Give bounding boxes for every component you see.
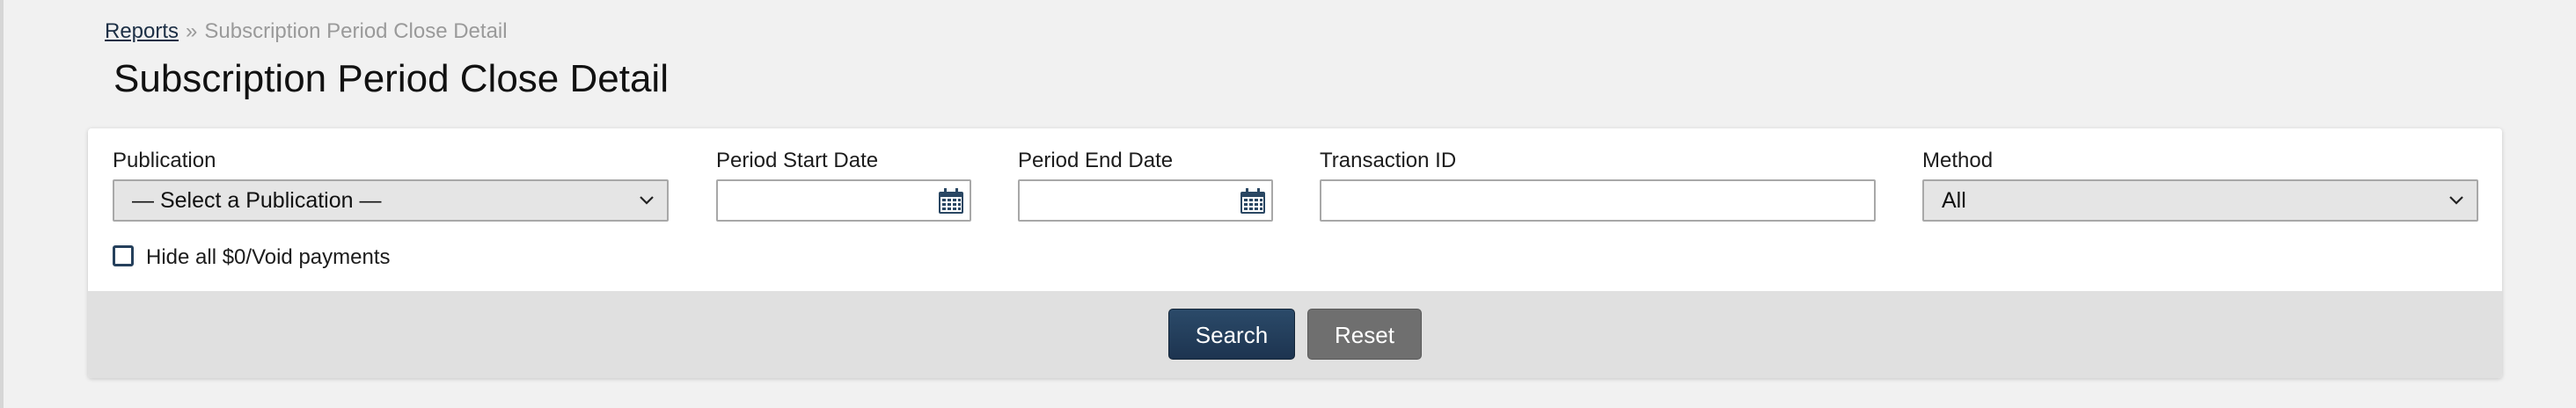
breadcrumb-current: Subscription Period Close Detail xyxy=(204,19,508,43)
period-start-date-input[interactable] xyxy=(716,179,971,222)
left-edge-border xyxy=(0,0,4,408)
transaction-id-input[interactable] xyxy=(1320,179,1876,222)
transaction-id-label: Transaction ID xyxy=(1320,149,1457,172)
publication-selected-value: — Select a Publication — xyxy=(132,188,382,213)
chevron-down-icon xyxy=(640,196,654,205)
filter-actions-bar: Search Reset xyxy=(88,291,2502,378)
breadcrumb: Reports » Subscription Period Close Detail xyxy=(105,18,508,46)
calendar-icon[interactable] xyxy=(1240,188,1266,215)
method-select[interactable]: All xyxy=(1922,179,2478,222)
calendar-icon[interactable] xyxy=(938,188,964,215)
breadcrumb-link-reports[interactable]: Reports xyxy=(105,19,179,43)
hide-zero-void-label: Hide all $0/Void payments xyxy=(146,245,391,269)
filter-panel: Publication — Select a Publication — Per… xyxy=(88,128,2502,378)
method-selected-value: All xyxy=(1942,188,1966,213)
period-end-date-input[interactable] xyxy=(1018,179,1273,222)
period-start-date-label: Period Start Date xyxy=(716,149,879,172)
period-end-date-label: Period End Date xyxy=(1018,149,1174,172)
page-title: Subscription Period Close Detail xyxy=(113,57,669,100)
hide-zero-void-checkbox[interactable] xyxy=(113,245,134,266)
breadcrumb-separator: » xyxy=(186,19,198,43)
method-label: Method xyxy=(1922,149,1994,172)
publication-select[interactable]: — Select a Publication — xyxy=(113,179,669,222)
publication-label: Publication xyxy=(113,149,216,172)
hide-zero-void-toggle[interactable]: Hide all $0/Void payments xyxy=(113,243,391,273)
search-button[interactable]: Search xyxy=(1168,309,1295,360)
reset-button[interactable]: Reset xyxy=(1307,309,1422,360)
chevron-down-icon xyxy=(2449,196,2463,205)
